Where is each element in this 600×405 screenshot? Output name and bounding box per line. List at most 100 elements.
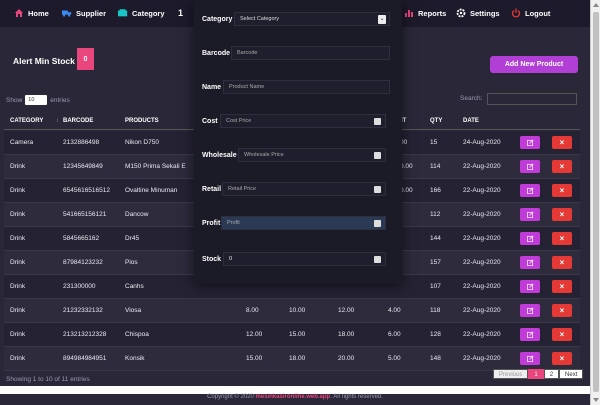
col-qty[interactable]: QTY xyxy=(430,118,442,124)
cell-c2: 10.00 xyxy=(289,307,306,314)
previous-button[interactable]: Previous xyxy=(493,369,529,379)
page-2-button[interactable]: 2 xyxy=(543,369,560,379)
cell-product: Viosa xyxy=(125,307,142,314)
close-icon: × xyxy=(559,282,565,291)
cell-product: Chispoa xyxy=(125,331,149,338)
cost-price-input[interactable]: Cost Price xyxy=(220,114,386,128)
add-new-product-button[interactable]: Add New Product xyxy=(490,56,578,73)
copyright-post: . All rights reserved. xyxy=(330,394,383,400)
edit-button[interactable] xyxy=(520,304,540,317)
delete-button[interactable]: × xyxy=(552,208,572,221)
nav-logout[interactable]: Logout xyxy=(511,8,550,18)
cell-date: 22-Aug-2020 xyxy=(463,187,501,194)
entries-select[interactable]: 10 xyxy=(25,95,48,105)
col-products[interactable]: PRODUCTS xyxy=(125,118,159,124)
delete-button[interactable]: × xyxy=(552,184,572,197)
delete-button[interactable]: × xyxy=(552,328,572,341)
edit-icon xyxy=(526,331,533,338)
cell-barcode: 6545616516512 xyxy=(63,187,110,194)
next-button[interactable]: Next xyxy=(559,369,584,379)
edit-icon xyxy=(526,235,533,242)
cell-c1: 15.00 xyxy=(246,355,263,362)
wholesale-price-input[interactable]: Wholesale Price xyxy=(238,148,386,162)
cell-qty: 118 xyxy=(430,307,441,314)
pagination: Previous 1 2 Next xyxy=(493,369,584,379)
cell-qty: 166 xyxy=(430,187,441,194)
edit-button[interactable] xyxy=(520,280,540,293)
copyright-pre: Copyright © 2020 xyxy=(207,394,256,400)
footer-strip xyxy=(0,386,590,394)
cell-qty: 144 xyxy=(430,235,441,242)
cell-category: Drink xyxy=(10,259,26,266)
cell-date: 22-Aug-2020 xyxy=(463,355,501,362)
edit-button[interactable] xyxy=(520,184,540,197)
stepper-icon[interactable] xyxy=(374,256,381,263)
cell-date: 22-Aug-2020 xyxy=(463,163,501,170)
product-name-input[interactable]: Product Name xyxy=(223,80,390,94)
table-row: Drink 21232332132 Viosa 8.00 10.00 12.00… xyxy=(4,299,580,323)
delete-button[interactable]: × xyxy=(552,136,572,149)
wholesale-label: Wholesale xyxy=(202,152,237,159)
scroll-thumb[interactable] xyxy=(593,12,599,392)
cell-product: Pios xyxy=(125,259,138,266)
edit-button[interactable] xyxy=(520,256,540,269)
edit-icon xyxy=(526,283,533,290)
category-select[interactable]: Select Category ⌄ xyxy=(234,12,390,26)
cell-category: Drink xyxy=(10,307,26,314)
col-date[interactable]: DATE xyxy=(463,118,479,124)
cell-c3: 12.00 xyxy=(338,307,355,314)
page-scrollbar[interactable] xyxy=(590,0,600,405)
profit-placeholder: Profit xyxy=(227,220,240,226)
barcode-input[interactable]: Barcode xyxy=(231,46,390,60)
stepper-icon[interactable] xyxy=(374,186,381,193)
nav-supplier[interactable]: Supplier xyxy=(62,8,106,18)
close-icon: × xyxy=(559,258,565,267)
stepper-icon[interactable] xyxy=(374,220,381,227)
delete-button[interactable]: × xyxy=(552,352,572,365)
edit-button[interactable] xyxy=(520,328,540,341)
nav-reports[interactable]: Reports xyxy=(404,8,446,18)
entries-label: entries xyxy=(50,96,70,104)
nav-partial-icon[interactable]: 1 xyxy=(178,8,183,18)
page-1-button[interactable]: 1 xyxy=(528,369,544,379)
nav-settings[interactable]: Settings xyxy=(456,8,500,18)
delete-button[interactable]: × xyxy=(552,280,572,293)
edit-button[interactable] xyxy=(520,160,540,173)
cell-c3: 18.00 xyxy=(338,331,355,338)
delete-button[interactable]: × xyxy=(552,304,572,317)
cell-product: Konsik xyxy=(125,355,145,362)
profit-input[interactable]: Profit xyxy=(221,216,386,230)
stepper-icon[interactable] xyxy=(374,118,381,125)
nav-home[interactable]: Home xyxy=(14,8,49,18)
delete-button[interactable]: × xyxy=(552,256,572,269)
edit-button[interactable] xyxy=(520,208,540,221)
delete-button[interactable]: × xyxy=(552,232,572,245)
col-barcode[interactable]: BARCODE xyxy=(63,118,93,124)
stock-input[interactable]: 0 xyxy=(223,252,386,266)
cell-barcode: 231300000 xyxy=(63,283,96,290)
delete-button[interactable]: × xyxy=(552,160,572,173)
nav-category-label: Category xyxy=(132,8,165,18)
scroll-down-icon[interactable] xyxy=(593,398,599,402)
edit-icon xyxy=(526,187,533,194)
edit-button[interactable] xyxy=(520,352,540,365)
stock-label: Stock xyxy=(202,256,222,263)
retail-price-input[interactable]: Retail Price xyxy=(222,182,386,196)
col-category[interactable]: CATEGORY xyxy=(10,118,43,124)
scroll-up-icon[interactable] xyxy=(593,3,599,7)
search-input[interactable] xyxy=(487,93,577,105)
stepper-icon[interactable] xyxy=(374,152,381,159)
close-icon: × xyxy=(559,186,565,195)
cell-date: 22-Aug-2020 xyxy=(463,283,501,290)
category-row: Category Select Category ⌄ xyxy=(194,10,402,32)
home-icon xyxy=(15,9,23,17)
barcode-row: Barcode Barcode xyxy=(194,44,402,66)
nav-supplier-label: Supplier xyxy=(76,8,107,18)
edit-button[interactable] xyxy=(520,136,540,149)
retail-row: Retail Retail Price xyxy=(194,180,402,202)
copyright-site-link[interactable]: mesinkasironline.web.app xyxy=(256,394,331,400)
nav-category[interactable]: Category xyxy=(118,8,165,18)
cell-barcode: 2132886498 xyxy=(63,139,100,146)
cell-product: Dr45 xyxy=(125,235,140,242)
edit-button[interactable] xyxy=(520,232,540,245)
